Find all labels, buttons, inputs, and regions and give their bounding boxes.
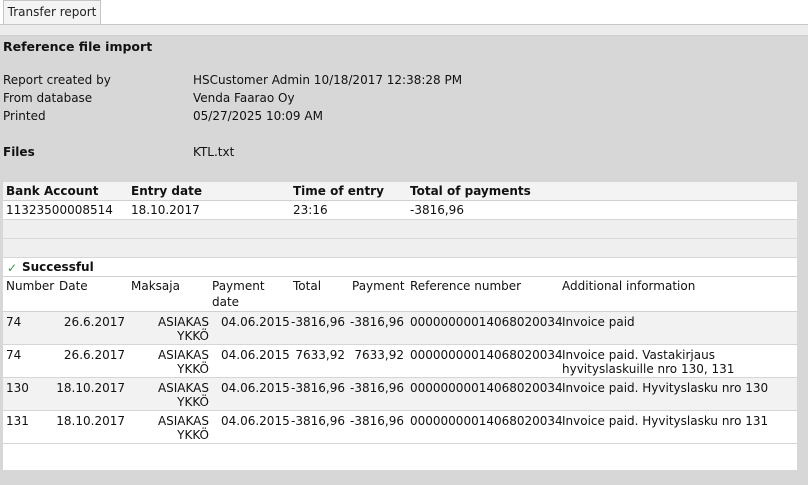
row-payment-date: 04.06.2015 — [221, 414, 290, 428]
summary-table: Bank Account Entry date Time of entry To… — [3, 182, 797, 257]
row-reference: 00000000014068020034 — [410, 348, 563, 362]
row-payer: ASIAKAS — [157, 414, 209, 428]
row-payer: ASIAKAS — [157, 315, 209, 329]
successful-table: Number Date Maksaja Payment date Total P… — [3, 277, 797, 470]
summary-entry-date: 18.10.2017 — [131, 203, 200, 217]
table-row[interactable]: 74 26.6.2017 ASIAKAS YKKÖ 04.06.2015 763… — [3, 345, 797, 378]
row-payment: 7633,92 — [354, 348, 404, 362]
row-reference: 00000000014068020034 — [410, 381, 563, 395]
printed-label: Printed — [3, 109, 46, 123]
row-payment-date: 04.06.2015 — [221, 381, 290, 395]
summary-total-payments: -3816,96 — [410, 203, 464, 217]
created-by-label: Report created by — [3, 73, 111, 87]
row-total: 7633,92 — [295, 348, 345, 362]
report-panel: Reference file import Report created by … — [0, 36, 808, 485]
row-number: 74 — [6, 348, 22, 362]
successful-label: Successful — [22, 260, 94, 274]
table-row[interactable]: 131 18.10.2017 ASIAKAS YKKÖ 04.06.2015 -… — [3, 411, 797, 444]
row-total: -3816,96 — [291, 315, 345, 329]
summary-time-of-entry: 23:16 — [293, 203, 328, 217]
row-info: Invoice paid. Hyvityslasku nro 130 — [562, 381, 769, 395]
row-number: 130 — [6, 381, 29, 395]
row-info: Invoice paid. Vastakirjaus — [562, 348, 715, 362]
header-reference-number: Reference number — [410, 279, 522, 293]
header-additional-info: Additional information — [562, 279, 696, 293]
files-value: KTL.txt — [193, 145, 235, 159]
row-payer: YKKÖ — [177, 428, 209, 442]
row-info: Invoice paid. Hyvityslasku nro 131 — [562, 414, 769, 428]
row-date: 26.6.2017 — [63, 315, 125, 329]
header-payment-date: Payment — [212, 279, 265, 293]
table-row[interactable]: 130 18.10.2017 ASIAKAS YKKÖ 04.06.2015 -… — [3, 378, 797, 411]
row-payer: YKKÖ — [177, 362, 209, 376]
database-label: From database — [3, 91, 93, 105]
report-title: Reference file import — [3, 39, 153, 54]
row-total: -3816,96 — [291, 414, 345, 428]
row-payer: ASIAKAS — [157, 348, 209, 362]
printed-value: 05/27/2025 10:09 AM — [193, 109, 323, 123]
row-payment: -3816,96 — [350, 414, 404, 428]
toolstrip — [0, 25, 808, 36]
header-bank-account: Bank Account — [6, 184, 99, 198]
header-payment-date: date — [212, 295, 240, 309]
row-total: -3816,96 — [291, 381, 345, 395]
row-payment-date: 04.06.2015 — [221, 348, 290, 362]
row-payer: YKKÖ — [177, 395, 209, 409]
row-date: 18.10.2017 — [56, 381, 125, 395]
row-info: Invoice paid — [562, 315, 635, 329]
successful-section-header: ✓ Successful — [3, 258, 797, 277]
summary-spacer-row — [3, 219, 797, 238]
database-value: Venda Faarao Oy — [193, 91, 295, 105]
header-time-of-entry: Time of entry — [293, 184, 384, 198]
row-payment: -3816,96 — [350, 381, 404, 395]
header-maksaja: Maksaja — [131, 279, 180, 293]
row-number: 131 — [6, 414, 29, 428]
row-payer: ASIAKAS — [157, 381, 209, 395]
tab-bar: Transfer report — [0, 0, 808, 25]
row-payment-date: 04.06.2015 — [221, 315, 290, 329]
row-number: 74 — [6, 315, 22, 329]
row-payment: -3816,96 — [350, 315, 404, 329]
header-total: Total — [293, 279, 322, 293]
header-date: Date — [59, 279, 88, 293]
header-payment: Payment — [352, 279, 405, 293]
created-by-value: HSCustomer Admin 10/18/2017 12:38:28 PM — [193, 73, 463, 87]
header-entry-date: Entry date — [131, 184, 202, 198]
table-row[interactable]: 74 26.6.2017 ASIAKAS YKKÖ 04.06.2015 -38… — [3, 312, 797, 345]
tab-transfer-report[interactable]: Transfer report — [3, 0, 101, 24]
header-number: Number — [6, 279, 55, 293]
row-reference: 00000000014068020034 — [410, 315, 563, 329]
successful-header-row: Number Date Maksaja Payment date Total P… — [3, 277, 797, 312]
summary-header-row: Bank Account Entry date Time of entry To… — [3, 182, 797, 201]
checkmark-icon: ✓ — [7, 261, 18, 275]
files-label: Files — [3, 145, 35, 159]
summary-bank-account: 11323500008514 — [6, 203, 113, 217]
summary-spacer-row — [3, 238, 797, 257]
row-date: 18.10.2017 — [56, 414, 125, 428]
row-reference: 00000000014068020034 — [410, 414, 563, 428]
row-payer: YKKÖ — [177, 329, 209, 343]
row-info: hyvityslaskuille nro 130, 131 — [562, 362, 735, 376]
header-total-payments: Total of payments — [410, 184, 531, 198]
row-date: 26.6.2017 — [63, 348, 125, 362]
